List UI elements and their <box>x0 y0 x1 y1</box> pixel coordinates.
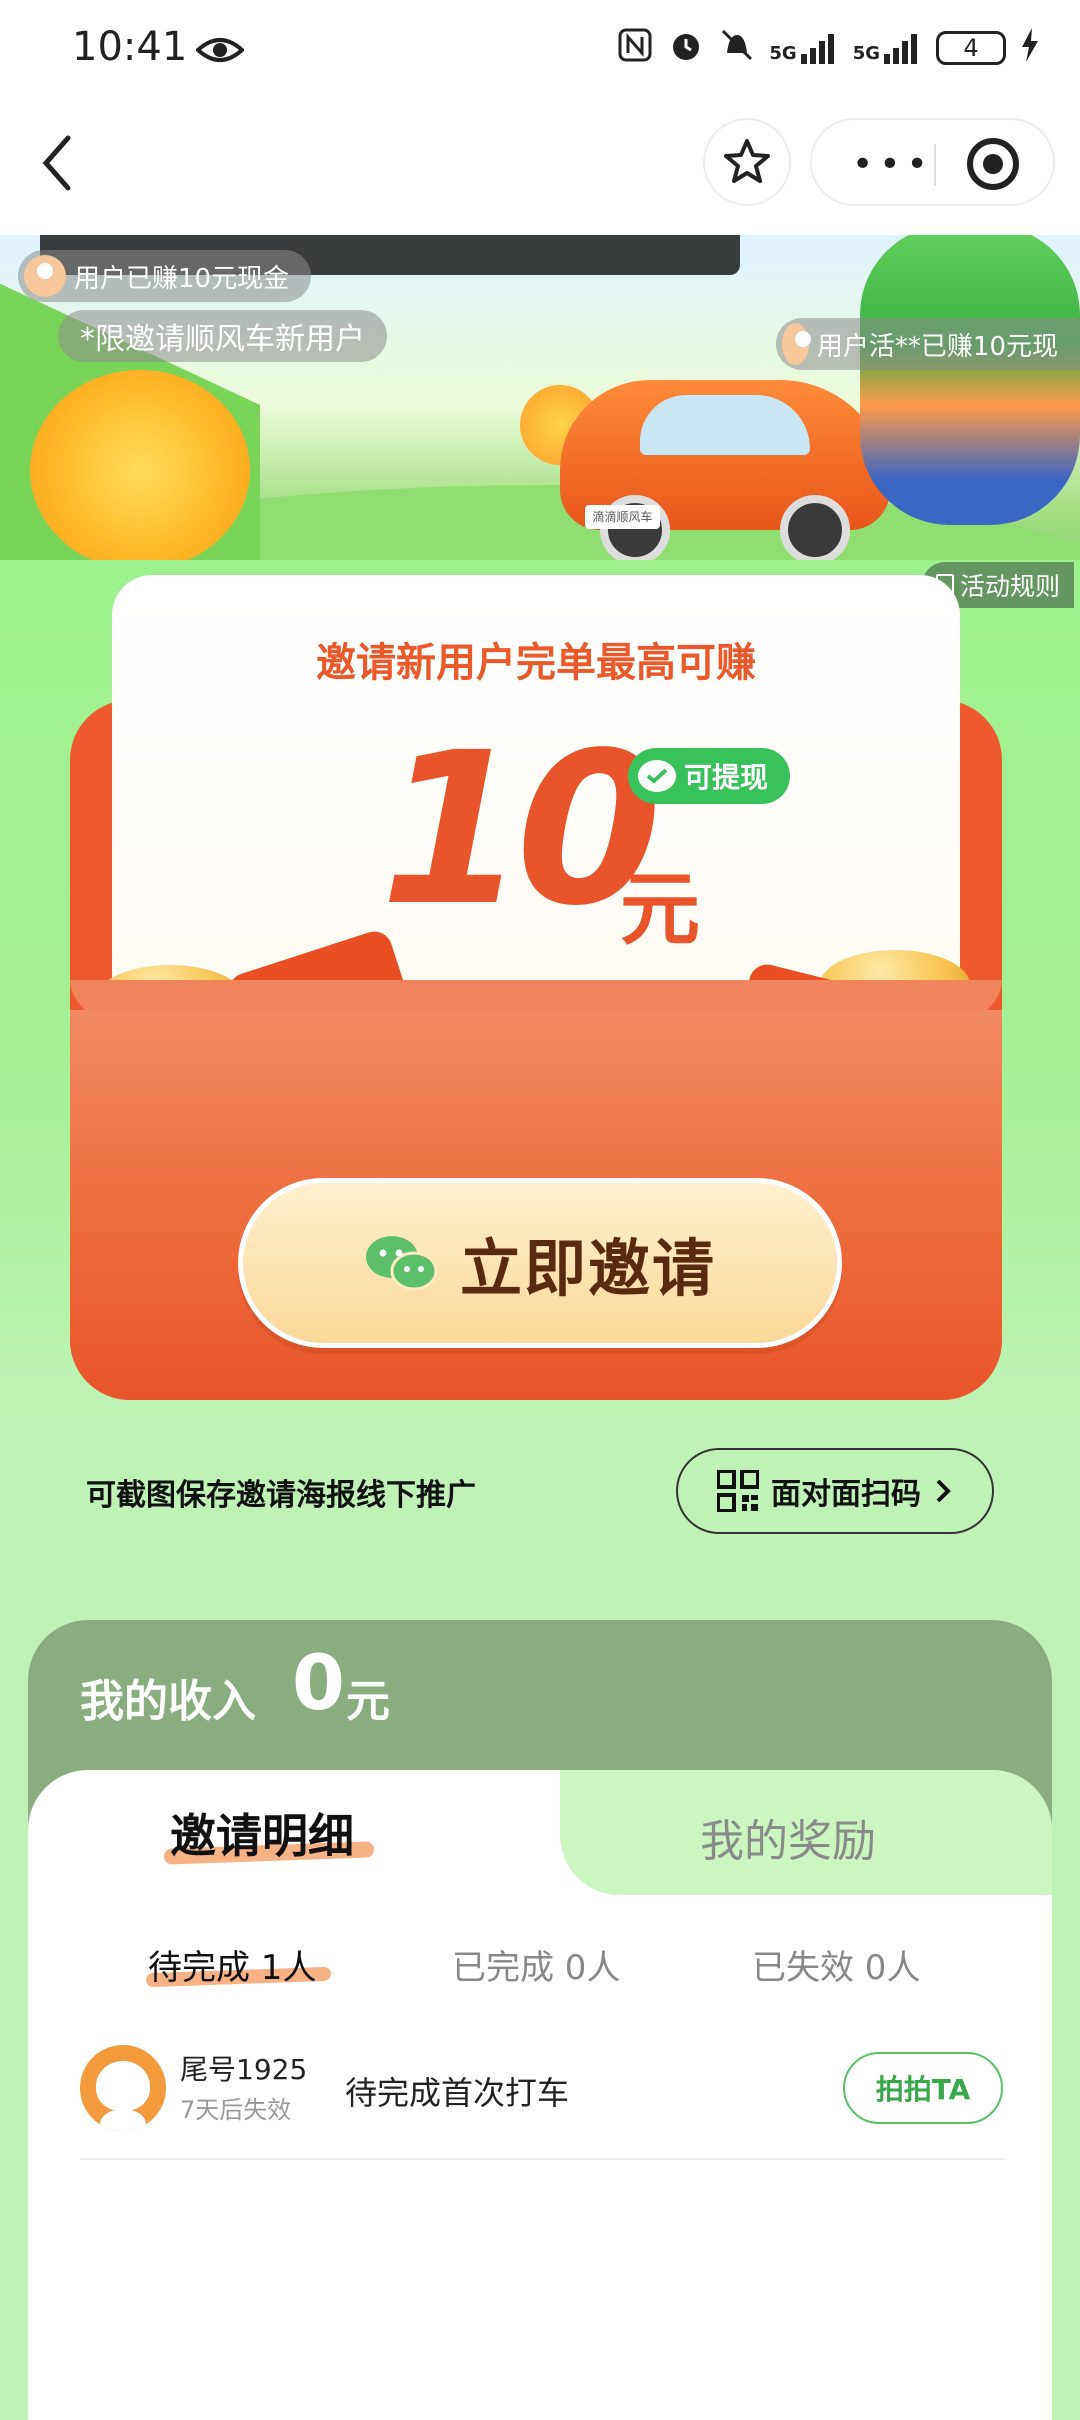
battery-indicator: 4 <box>936 31 1006 65</box>
qr-icon <box>717 1470 759 1512</box>
target-icon[interactable] <box>967 138 1019 190</box>
bubble-icon <box>638 760 676 792</box>
invitee-expire: 7天后失效 <box>180 2096 292 2124</box>
face-to-face-scan-label: 面对面扫码 <box>771 1477 921 1512</box>
star-icon <box>724 139 770 183</box>
more-icon[interactable]: ••• <box>852 144 934 185</box>
row-divider <box>80 2158 1004 2160</box>
reward-unit: 元 <box>620 863 700 956</box>
invite-now-button[interactable]: 立即邀请 <box>238 1178 842 1348</box>
tab-my-rewards-label[interactable]: 我的奖励 <box>700 1805 876 1869</box>
capsule-divider <box>934 144 936 186</box>
nfc-icon <box>617 27 653 69</box>
status-icons: 5G 5G 4 <box>617 26 1040 70</box>
sub-tab-expired[interactable]: 已失效 0人 <box>752 1940 920 1989</box>
user-avatar-icon <box>782 323 811 365</box>
income-amount: 0 <box>292 1638 345 1727</box>
invite-now-label: 立即邀请 <box>459 1232 716 1305</box>
favorite-button[interactable] <box>703 118 791 206</box>
activity-rules-label: 活动规则 <box>960 572 1061 601</box>
mascot-illustration <box>860 235 1080 525</box>
ticker-right-text: 用户活**已赚10元现 <box>816 331 1058 362</box>
status-time: 10:41 <box>72 24 188 70</box>
charging-icon <box>1020 28 1040 68</box>
eye-icon <box>196 38 244 62</box>
poster-hint: 可截图保存邀请海报线下推广 <box>86 1478 476 1513</box>
ticker-pill-right: 用户活**已赚10元现 <box>776 318 1080 370</box>
pat-button[interactable]: 拍拍TA <box>843 2052 1003 2124</box>
back-icon[interactable] <box>30 128 90 198</box>
reward-heading: 邀请新用户完单最高可赚 <box>316 640 756 686</box>
sub-tab-pending[interactable]: 待完成 1人 <box>148 1940 316 1989</box>
flower-illustration <box>30 370 250 570</box>
ticker-left-text: 用户已赚10元现金 <box>74 263 290 294</box>
network-label-2: 5G <box>852 43 880 64</box>
tab-invite-details[interactable]: 邀请明细 <box>170 1800 354 1866</box>
wechat-icon <box>365 1236 438 1291</box>
chevron-right-icon <box>936 1479 951 1503</box>
withdrawable-badge: 可提现 <box>628 748 791 804</box>
reward-amount: 10 <box>380 707 662 952</box>
car-wheel-rear <box>780 495 850 565</box>
face-to-face-scan-button[interactable]: 面对面扫码 <box>676 1448 994 1534</box>
avatar <box>80 2045 166 2131</box>
limit-note-text: *限邀请顺风车新用户 <box>80 322 365 357</box>
withdrawable-label: 可提现 <box>684 761 769 794</box>
network-label-1: 5G <box>769 43 797 64</box>
income-label: 我的收入 <box>80 1676 256 1727</box>
signal-2-icon: 5G <box>853 32 922 64</box>
ticker-pill-left: 用户已赚10元现金 <box>18 250 312 302</box>
miniprogram-capsule: ••• <box>810 118 1055 206</box>
car-plate: 滴滴顺风车 <box>585 505 660 529</box>
income-unit: 元 <box>346 1676 390 1727</box>
limit-note-pill: *限邀请顺风车新用户 <box>58 310 387 362</box>
signal-1-icon: 5G <box>769 32 838 64</box>
invitee-phone-tail: 尾号1925 <box>180 2053 308 2086</box>
invitee-status: 待完成首次打车 <box>345 2074 570 2112</box>
car-window <box>640 395 810 455</box>
alarm-icon <box>667 26 705 70</box>
sub-tab-completed[interactable]: 已完成 0人 <box>452 1940 620 1989</box>
mute-icon <box>719 27 755 69</box>
user-avatar-icon <box>24 255 66 297</box>
